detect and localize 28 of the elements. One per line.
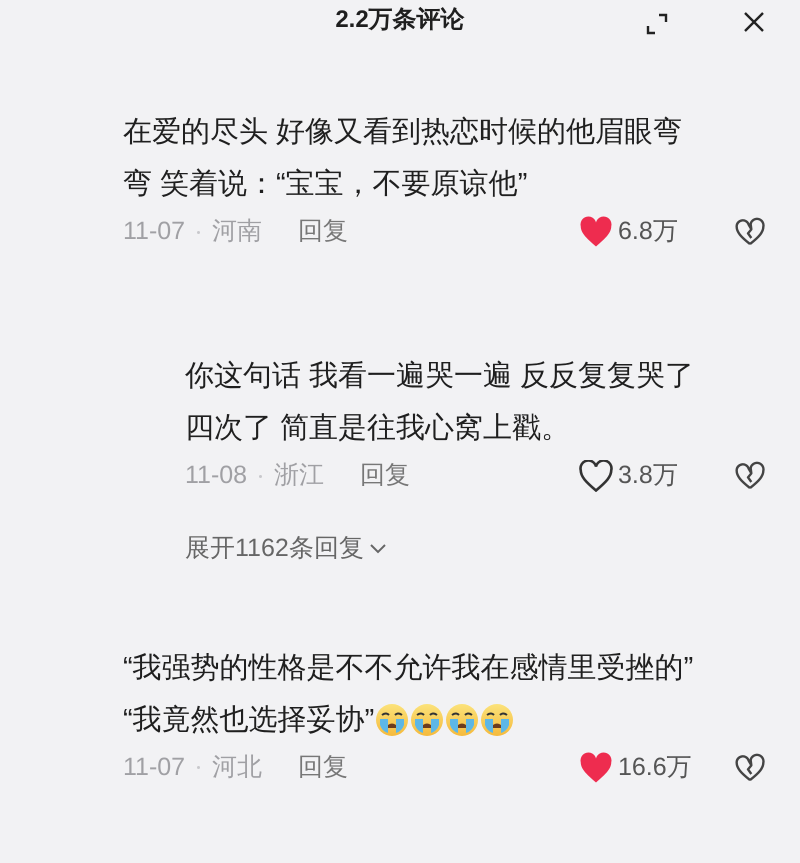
- like-count: 6.8万: [618, 216, 679, 248]
- comment-text: 在爱的尽头 好像又看到热恋时候的他眉眼弯 弯 笑着说：“宝宝，不要原谅他”: [123, 115, 684, 202]
- like-count: 3.8万: [618, 460, 679, 492]
- broken-heart-icon[interactable]: [734, 461, 766, 491]
- reply-link[interactable]: 回复: [298, 213, 348, 251]
- comment-location: 浙江: [274, 460, 324, 492]
- chevron-down-icon: [368, 542, 388, 556]
- expand-replies-button[interactable]: 展开1162条回复: [185, 530, 388, 568]
- broken-heart-icon[interactable]: [734, 217, 766, 247]
- comments-title: 2.2万条评论: [335, 5, 465, 35]
- crying-face-icon: [480, 702, 514, 736]
- reply-text: 你这句话 我看一遍哭一遍 反反复复哭了 四次了 简直是往我心窝上戳。: [185, 359, 696, 446]
- crying-face-icon: [410, 702, 444, 736]
- reply-link[interactable]: 回复: [360, 457, 410, 495]
- reply-link[interactable]: 回复: [298, 748, 348, 786]
- comment-date: 11-07: [123, 752, 186, 783]
- heart-icon[interactable]: [578, 460, 614, 492]
- expand-icon[interactable]: [645, 12, 669, 36]
- comment-location: 河北: [212, 752, 262, 783]
- comment-date: 11-08: [185, 460, 248, 492]
- comment-date: 11-07: [123, 216, 186, 248]
- comment-text: “我强势的性格是不不允许我在感情里受挫的” “我竟然也选择妥协”: [123, 650, 694, 738]
- like-count: 16.6万: [618, 752, 693, 783]
- close-icon[interactable]: [742, 10, 766, 34]
- crying-face-icon: [445, 702, 480, 736]
- comment-location: 河南: [212, 216, 262, 248]
- broken-heart-icon[interactable]: [734, 752, 766, 782]
- crying-face-icon: [375, 702, 410, 736]
